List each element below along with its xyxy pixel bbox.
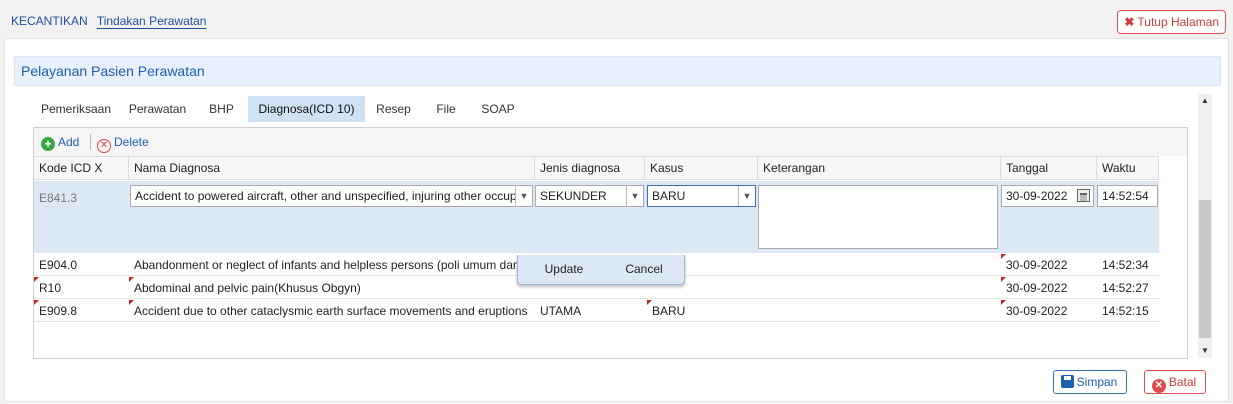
waktu-value: 14:52:54 [1102, 189, 1149, 203]
cancel-button[interactable]: ✕ Batal [1144, 370, 1206, 394]
nama-diagnosa-value: Accident to powered aircraft, other and … [135, 189, 533, 203]
chevron-down-icon[interactable]: ▼ [515, 186, 532, 206]
cell-kode: E909.8 [34, 300, 129, 321]
tab-resep[interactable]: Resep [365, 96, 422, 122]
keterangan-textarea[interactable] [758, 185, 998, 249]
tanggal-datepicker[interactable]: 30-09-2022 [1001, 185, 1094, 207]
close-page-button[interactable]: ✖ Tutup Halaman [1117, 10, 1226, 34]
delete-button[interactable]: ✕ Delete [97, 133, 149, 153]
update-button[interactable]: Update [528, 255, 600, 283]
cell-tanggal: 30-09-2022 [1001, 277, 1097, 298]
col-header-kode[interactable]: Kode ICD X [34, 157, 129, 179]
jenis-diagnosa-select[interactable]: SEKUNDER ▼ [535, 185, 644, 207]
add-label: Add [58, 135, 80, 149]
cell-waktu: 14:52:15 [1102, 304, 1149, 318]
main-card: Pelayanan Pasien Perawatan Pemeriksaan P… [4, 38, 1229, 402]
vertical-scrollbar[interactable]: ▲ ▼ [1198, 94, 1212, 358]
cell-nama: Abandonment or neglect of infants and he… [134, 258, 530, 272]
kasus-select[interactable]: BARU ▼ [647, 185, 756, 207]
cancel-label: Batal [1168, 375, 1197, 389]
grid-toolbar: + Add ✕ Delete [34, 128, 1187, 156]
scroll-thumb[interactable] [1199, 200, 1211, 338]
floppy-icon [1060, 375, 1074, 388]
scroll-up-icon[interactable]: ▲ [1198, 94, 1212, 108]
row-editor: E841.3 Accident to powered aircraft, oth… [34, 181, 1159, 253]
toolbar-divider [90, 134, 91, 150]
cell-kode: R10 [34, 277, 129, 298]
cell-tanggal: 30-09-2022 [1001, 254, 1097, 275]
breadcrumb: KECANTIKAN Tindakan Perawatan [11, 14, 206, 28]
tab-pemeriksaan[interactable]: Pemeriksaan [32, 96, 120, 122]
cell-nama: Accident due to other cataclysmic earth … [129, 300, 535, 321]
cell-waktu: 14:52:27 [1102, 281, 1149, 295]
tab-bhp[interactable]: BHP [195, 96, 248, 122]
cell-kode: E904.0 [39, 258, 78, 272]
top-bar: KECANTIKAN Tindakan Perawatan ✖ Tutup Hal… [0, 0, 1233, 36]
save-label: Simpan [1076, 375, 1118, 389]
breadcrumb-root[interactable]: KECANTIKAN [11, 14, 88, 28]
breadcrumb-current[interactable]: Tindakan Perawatan [97, 14, 207, 28]
col-header-nama[interactable]: Nama Diagnosa [129, 157, 535, 179]
col-header-keterangan[interactable]: Keterangan [758, 157, 1001, 179]
tab-diagnosa[interactable]: Diagnosa(ICD 10) [248, 96, 365, 122]
kasus-value: BARU [652, 189, 686, 203]
close-icon: ✖ [1124, 15, 1135, 29]
tab-file[interactable]: File [422, 96, 470, 122]
plus-icon: + [41, 137, 55, 151]
cell-nama: Abdominal and pelvic pain(Khusus Obgyn) [129, 277, 535, 298]
grid-header: Kode ICD X Nama Diagnosa Jenis diagnosa … [34, 156, 1159, 180]
calendar-icon[interactable] [1077, 189, 1090, 202]
editor-kode: E841.3 [39, 191, 78, 205]
chevron-down-icon[interactable]: ▼ [626, 186, 643, 206]
waktu-field[interactable]: 14:52:54 [1097, 185, 1158, 207]
diagnosis-grid: + Add ✕ Delete Kode ICD X Nama Diagnosa Je… [33, 127, 1188, 359]
row-editor-actions: Update Cancel [517, 255, 685, 285]
panel-title: Pelayanan Pasien Perawatan [14, 56, 1221, 86]
cell-kasus: BARU [647, 300, 758, 321]
tab-perawatan[interactable]: Perawatan [120, 96, 195, 122]
col-header-tanggal[interactable]: Tanggal [1001, 157, 1097, 179]
cell-jenis: UTAMA [540, 304, 582, 318]
add-button[interactable]: + Add [41, 133, 79, 151]
cell-tanggal: 30-09-2022 [1001, 300, 1097, 321]
col-header-waktu[interactable]: Waktu [1097, 157, 1159, 179]
cancel-icon: ✕ [1151, 379, 1166, 393]
scroll-down-icon[interactable]: ▼ [1198, 344, 1212, 358]
delete-label: Delete [114, 135, 149, 149]
jenis-diagnosa-value: SEKUNDER [540, 189, 607, 203]
close-page-label: Tutup Halaman [1137, 15, 1219, 29]
cell-waktu: 14:52:34 [1102, 258, 1149, 272]
col-header-jenis[interactable]: Jenis diagnosa [535, 157, 645, 179]
cancel-edit-button[interactable]: Cancel [608, 255, 680, 283]
delete-icon: ✕ [97, 139, 111, 153]
table-row[interactable]: E909.8 Accident due to other cataclysmic… [34, 300, 1159, 322]
tanggal-value: 30-09-2022 [1006, 189, 1068, 203]
save-button[interactable]: Simpan [1053, 370, 1127, 394]
chevron-down-icon[interactable]: ▼ [738, 186, 755, 206]
col-header-kasus[interactable]: Kasus [645, 157, 758, 179]
nama-diagnosa-combobox[interactable]: Accident to powered aircraft, other and … [130, 185, 533, 207]
tab-soap[interactable]: SOAP [470, 96, 526, 122]
